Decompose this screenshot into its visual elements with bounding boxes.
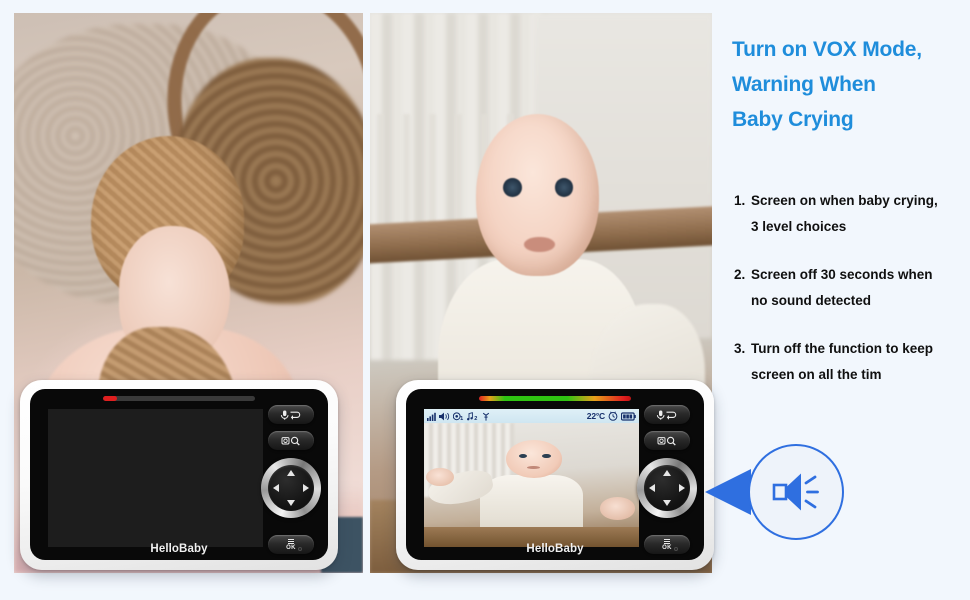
monitor-left-display[interactable]	[48, 409, 263, 547]
feature-item-1-number: 1.	[734, 193, 746, 208]
camera-zoom-icon	[657, 436, 676, 446]
dpad-down-icon[interactable]	[663, 500, 671, 506]
feature-item-2-text: Screen off 30 seconds when no sound dete…	[751, 262, 970, 314]
baby-face-right	[476, 113, 600, 277]
callout-circle	[748, 444, 844, 540]
led-level-high	[479, 396, 631, 401]
headline: Turn on VOX Mode, Warning When Baby Cryi…	[732, 32, 964, 137]
talk-back-button-left[interactable]	[268, 405, 314, 424]
brand-label-right: HelloBaby	[526, 543, 584, 555]
monitor-right-controls: OK	[636, 405, 698, 560]
headline-line-1: Turn on VOX Mode,	[732, 38, 922, 61]
feature-item-1-text: Screen on when baby crying, 3 level choi…	[751, 188, 970, 240]
dpad-inner-right	[644, 465, 690, 511]
speaker-sound-icon	[772, 473, 819, 511]
feature-item-2-line-1: Screen off 30 seconds when	[751, 267, 933, 282]
callout-arrow-icon	[705, 469, 751, 515]
headline-line-2: Warning When	[732, 73, 876, 96]
svg-text:1: 1	[460, 416, 463, 421]
dpad-up-icon[interactable]	[287, 470, 295, 476]
dpad-inner-left	[268, 465, 314, 511]
camera-zoom-button-left[interactable]	[268, 431, 314, 450]
monitor-right-display[interactable]: 1 2 22°C	[424, 409, 639, 547]
led-level-low	[103, 396, 117, 401]
timer-icon	[608, 411, 618, 421]
signal-bars-icon	[427, 412, 436, 421]
camera-feed-baby-head	[505, 440, 562, 478]
monitor-right-led-bar	[479, 396, 631, 401]
feature-item-3-number: 3.	[734, 341, 746, 356]
camera-feed	[424, 423, 639, 547]
dpad-up-icon[interactable]	[663, 470, 671, 476]
promo-page: Turn on VOX Mode, Warning When Baby Cryi…	[0, 0, 970, 600]
camera-zoom-icon	[281, 436, 300, 446]
feature-item-3-line-1: Turn off the function to keep	[751, 341, 933, 356]
feature-item-1-line-2: 3 level choices	[751, 219, 847, 234]
status-bar: 1 2 22°C	[424, 409, 639, 423]
indicator-dot-right	[674, 547, 678, 551]
talk-back-button-right[interactable]	[644, 405, 690, 424]
dpad-left-icon[interactable]	[649, 484, 655, 492]
svg-text:2: 2	[474, 416, 477, 421]
monitor-screen-on[interactable]: 1 2 22°C OK HelloBaby	[396, 380, 714, 570]
monitor-left-led-bar	[103, 396, 255, 401]
headline-line-3: Baby Crying	[732, 108, 854, 131]
monitor-left-controls: OK	[260, 405, 322, 560]
monitor-screen-off[interactable]: OK HelloBaby	[20, 380, 338, 570]
dpad-right-icon[interactable]	[303, 484, 309, 492]
feature-item-1: 1. Screen on when baby crying, 3 level c…	[734, 188, 970, 240]
status-bar-right-group: 22°C	[587, 411, 636, 421]
battery-icon	[621, 411, 636, 421]
dpad-right[interactable]	[637, 458, 697, 518]
dpad-down-icon[interactable]	[287, 500, 295, 506]
feature-item-3: 3. Turn off the function to keep screen …	[734, 336, 970, 388]
sound-alert-callout	[705, 444, 844, 540]
dpad-left[interactable]	[261, 458, 321, 518]
feature-item-2: 2. Screen off 30 seconds when no sound d…	[734, 262, 970, 314]
lullaby-music-icon: 2	[467, 411, 479, 421]
camera-zoom-button-right[interactable]	[644, 431, 690, 450]
feature-item-3-text: Turn off the function to keep screen on …	[751, 336, 970, 388]
indicator-dot-left	[298, 547, 302, 551]
microphone-talkback-icon	[656, 410, 677, 420]
dpad-right-icon[interactable]	[679, 484, 685, 492]
feature-item-2-line-2: no sound detected	[751, 293, 872, 308]
camera-feed-baby-hand	[426, 467, 455, 487]
feature-item-1-line-1: Screen on when baby crying,	[751, 193, 938, 208]
monitor-right-face: 1 2 22°C OK HelloBaby	[406, 389, 704, 560]
status-bar-left-group: 1 2	[427, 411, 490, 421]
microphone-talkback-icon	[280, 410, 301, 420]
dpad-left-icon[interactable]	[273, 484, 279, 492]
feature-list: 1. Screen on when baby crying, 3 level c…	[734, 188, 970, 410]
volume-speaker-icon	[439, 412, 450, 421]
camera-feed-baby-hand-2	[600, 497, 635, 520]
baby-mouth	[523, 237, 555, 252]
monitor-left-face: OK HelloBaby	[30, 389, 328, 560]
brand-label-left: HelloBaby	[150, 543, 208, 555]
feature-item-3-line-2: screen on all the tim	[751, 367, 882, 382]
feature-item-2-number: 2.	[734, 267, 746, 282]
temperature-readout: 22°C	[586, 411, 605, 421]
antenna-icon	[482, 412, 490, 421]
camera-channel-icon: 1	[453, 411, 464, 421]
